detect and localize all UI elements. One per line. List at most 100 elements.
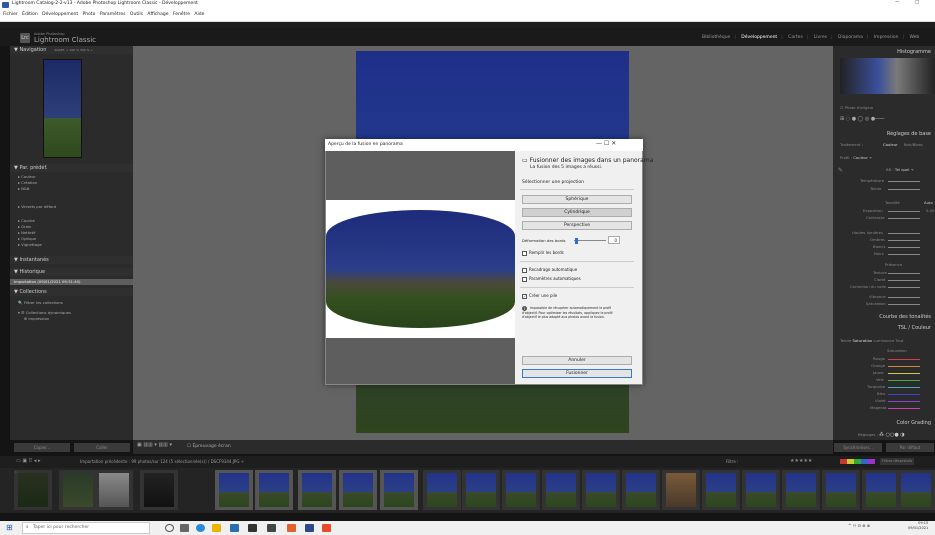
app-icon[interactable] xyxy=(287,524,296,532)
cortana-icon[interactable] xyxy=(165,524,174,532)
create-stack-checkbox[interactable]: ✓ Créer une pile xyxy=(522,293,557,299)
auto-crop-checkbox[interactable]: Recadrage automatique xyxy=(522,267,577,273)
menu-parametres[interactable]: Paramètres xyxy=(100,12,126,17)
preset-optique[interactable]: ▸ Optique xyxy=(18,236,36,241)
history-header[interactable]: ▼ Historique xyxy=(10,268,133,276)
navigator-preview[interactable] xyxy=(43,59,82,158)
module-livres[interactable]: Livres xyxy=(814,35,827,40)
wb-eyedropper-icon[interactable]: ✎ xyxy=(838,167,843,174)
filmstrip-thumb[interactable] xyxy=(862,470,900,510)
pdf-icon[interactable] xyxy=(322,524,331,532)
hsl-yellow-slider[interactable] xyxy=(888,373,920,374)
color-grading-wheels-icon[interactable]: ⁂ ○○● ◑ xyxy=(879,432,905,438)
tool-strip[interactable]: ⊞ ◌ ● ◯ ◎ ●─── xyxy=(840,116,884,122)
navigator-zoom[interactable]: ADAPT. ÷ 100 % 300 % ÷ xyxy=(54,48,93,52)
original-photo-checkbox[interactable]: ☐ Photo d'origine xyxy=(840,105,873,110)
hsl-purple-slider[interactable] xyxy=(888,401,920,402)
view-mode-icons[interactable]: ▣ ▥▥ ▾ ▥▥ ▾ xyxy=(137,442,172,448)
menu-outils[interactable]: Outils xyxy=(130,12,143,17)
vibrance-slider[interactable] xyxy=(888,297,920,298)
blacks-slider[interactable] xyxy=(888,254,920,255)
mail-icon[interactable] xyxy=(230,524,239,532)
filmstrip-thumb[interactable]: 1 xyxy=(14,470,52,510)
tint-slider[interactable] xyxy=(888,189,920,190)
menu-photo[interactable]: Photo xyxy=(83,12,96,17)
filmstrip-thumb[interactable] xyxy=(742,470,780,510)
taskbar-clock[interactable]: 09:15 09/01/2021 xyxy=(908,521,928,531)
filmstrip-thumb[interactable] xyxy=(702,470,740,510)
lightroom-taskbar-icon[interactable] xyxy=(305,524,314,532)
filmstrip-thumb[interactable] xyxy=(215,470,253,510)
filmstrip-thumb[interactable] xyxy=(140,470,178,510)
preset-couleur[interactable]: ▸ Couleur xyxy=(18,174,36,179)
module-developpement[interactable]: Développement xyxy=(741,35,777,40)
filmstrip-thumb[interactable] xyxy=(782,470,820,510)
hsl-blue-slider[interactable] xyxy=(888,394,920,395)
preset-creation[interactable]: ▸ Création xyxy=(18,180,37,185)
module-impression[interactable]: Impression xyxy=(874,35,899,40)
rating-filter-stars[interactable]: ★★★★★ xyxy=(790,458,812,464)
copy-button[interactable]: Copier... xyxy=(14,443,70,452)
filmstrip-thumb[interactable] xyxy=(462,470,500,510)
module-bibliotheque[interactable]: Bibliothèque xyxy=(702,35,730,40)
preset-grain[interactable]: ▸ Grain xyxy=(18,224,31,229)
navigator-header[interactable]: ▼ Navigation ADAPT. ÷ 100 % 300 % ÷ xyxy=(10,46,133,54)
boundary-warp-value[interactable]: 0 xyxy=(608,236,620,244)
hsl-aqua-slider[interactable] xyxy=(888,387,920,388)
menu-affichage[interactable]: Affichage xyxy=(147,12,168,17)
snapshots-header[interactable]: ▼ Instantanés xyxy=(10,256,133,264)
filmstrip-thumb[interactable] xyxy=(95,470,133,510)
temperature-slider[interactable] xyxy=(888,181,920,182)
projection-perspective-button[interactable]: Perspective xyxy=(522,221,632,230)
dynamic-collections[interactable]: ▾ ☰ Collections dynamiques xyxy=(18,310,71,315)
history-item[interactable]: Importation (09/01/2021 09:31:40) xyxy=(10,279,133,285)
filmstrip-thumb[interactable] xyxy=(622,470,660,510)
boundary-warp-knob[interactable] xyxy=(575,238,578,244)
hsl-tab-all[interactable]: Tout xyxy=(896,338,904,343)
highlights-slider[interactable] xyxy=(888,233,920,234)
filmstrip-thumb[interactable] xyxy=(662,470,700,510)
filmstrip-thumb[interactable] xyxy=(423,470,461,510)
edge-icon[interactable] xyxy=(196,524,205,532)
sync-button[interactable]: Synchroniser... xyxy=(834,443,882,452)
filmstrip-thumb[interactable] xyxy=(339,470,377,510)
filmstrip-source[interactable]: Importation précédente : 99 photos/sur 1… xyxy=(80,459,244,464)
soft-proof-checkbox[interactable]: ☐ Épreuvage écran xyxy=(187,444,231,449)
filmstrip-thumb[interactable] xyxy=(542,470,580,510)
auto-settings-checkbox[interactable]: Paramètres automatiques xyxy=(522,276,581,282)
filmstrip-thumb[interactable] xyxy=(822,470,860,510)
menu-developpement[interactable]: Développement xyxy=(42,12,78,17)
preset-defaults[interactable]: ▸ Versets par défaut xyxy=(18,204,56,209)
profile-select[interactable]: Couleur ÷ xyxy=(853,155,872,160)
preset-vignettage[interactable]: ▸ Vignettage xyxy=(18,242,42,247)
tone-curve-header[interactable]: Courbe des tonalités xyxy=(833,313,935,321)
exposure-value[interactable]: 0,00 xyxy=(926,208,934,213)
collections-filter[interactable]: 🔍 Filtrer les collections xyxy=(18,300,63,305)
dialog-window-controls[interactable]: — ☐ ✕ xyxy=(596,140,616,147)
texture-slider[interactable] xyxy=(888,273,920,274)
preset-nb[interactable]: ▸ N&B xyxy=(18,186,30,191)
cancel-button[interactable]: Annuler xyxy=(522,356,632,365)
minimize-button[interactable]: — xyxy=(895,0,900,5)
shadows-slider[interactable] xyxy=(888,240,920,241)
system-tray-icons[interactable]: ^ ⚇ ⊡ ⊕ ⊗ xyxy=(848,523,870,528)
tone-auto-button[interactable]: Auto xyxy=(924,200,933,205)
contrast-slider[interactable] xyxy=(888,218,920,219)
hsl-magenta-slider[interactable] xyxy=(888,408,920,409)
hsl-orange-slider[interactable] xyxy=(888,366,920,367)
merge-button[interactable]: Fusionner xyxy=(522,369,632,378)
color-grading-header[interactable]: Color Grading xyxy=(833,419,935,427)
menu-fenetre[interactable]: Fenêtre xyxy=(173,12,190,17)
filmstrip-thumb[interactable] xyxy=(897,470,935,510)
basic-header[interactable]: Réglages de base xyxy=(833,130,935,138)
filmstrip-thumb[interactable] xyxy=(582,470,620,510)
hsl-green-slider[interactable] xyxy=(888,380,920,381)
collection-impression[interactable]: ⊕ Impression xyxy=(24,316,49,321)
treatment-color[interactable]: Couleur xyxy=(883,142,898,147)
clarity-slider[interactable] xyxy=(888,280,920,281)
boundary-warp-slider[interactable] xyxy=(574,240,606,241)
menu-aide[interactable]: Aide xyxy=(194,12,204,17)
store-icon[interactable] xyxy=(248,524,257,532)
whites-slider[interactable] xyxy=(888,247,920,248)
filmstrip-thumb[interactable] xyxy=(59,470,97,510)
